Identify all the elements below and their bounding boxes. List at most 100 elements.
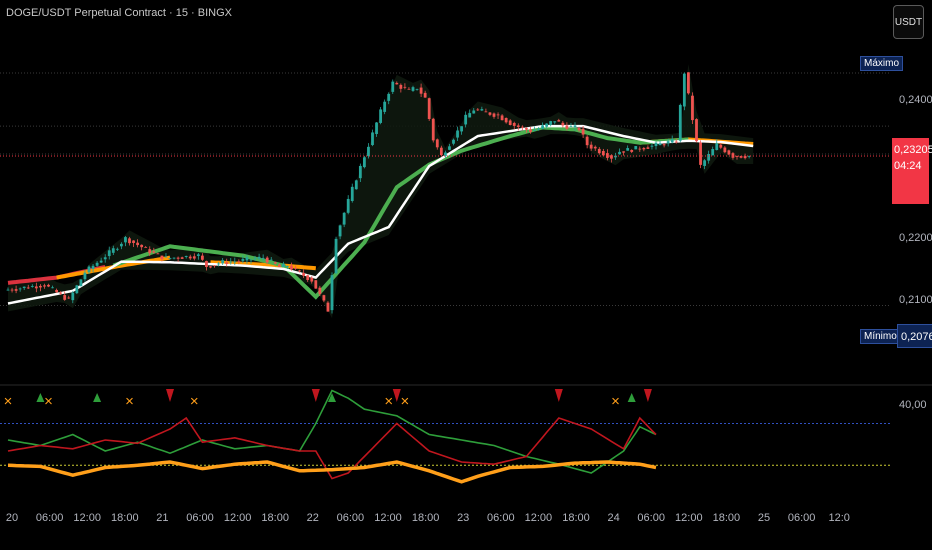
candle-body	[508, 120, 512, 126]
candle-body	[107, 250, 111, 257]
candle-body	[715, 143, 719, 151]
candle-body	[79, 279, 83, 287]
candle-body	[707, 153, 711, 161]
candle-body	[545, 123, 549, 127]
candle-body	[399, 84, 403, 89]
candle-body	[326, 302, 330, 312]
candle-body	[367, 146, 370, 157]
candle-body	[606, 153, 609, 158]
candle-body	[277, 264, 281, 267]
candle-body	[695, 119, 698, 142]
time-tick-label: 06:00	[637, 512, 665, 524]
candle-body	[723, 147, 727, 153]
candle-body	[30, 286, 34, 287]
time-tick-label: 12:0	[828, 512, 850, 524]
candle-body	[670, 139, 674, 143]
time-tick-label: 20	[5, 512, 19, 524]
candle-body	[237, 261, 241, 263]
candle-body	[735, 155, 739, 157]
time-tick-label: 12:00	[524, 512, 553, 524]
candle-body	[34, 286, 38, 289]
candle-body	[577, 127, 581, 131]
candle-body	[358, 165, 362, 179]
candle-body	[678, 104, 682, 141]
time-tick-label: 24	[607, 512, 620, 524]
candle-body	[217, 263, 220, 265]
candle-body	[622, 151, 625, 153]
candle-body	[269, 259, 273, 261]
candle-body	[10, 289, 14, 291]
candle-body	[682, 73, 686, 107]
candle-body	[391, 81, 395, 92]
time-tick-label: 12:00	[374, 512, 402, 524]
candle-body	[209, 266, 212, 268]
candle-body	[302, 272, 306, 276]
candle-body	[188, 256, 192, 259]
candle-body	[687, 72, 690, 94]
candle-body	[168, 257, 172, 259]
candle-body	[674, 141, 678, 143]
candle-body	[711, 149, 715, 156]
chart-canvas[interactable]: × × × × × × ×	[0, 0, 932, 550]
candle-body	[439, 147, 443, 156]
candle-body	[363, 157, 366, 168]
candle-body	[525, 128, 528, 130]
candle-body	[71, 292, 75, 301]
candle-body	[435, 139, 439, 148]
down-triangle-marker	[166, 389, 174, 402]
candle-body	[565, 125, 569, 129]
down-triangle-marker	[554, 389, 563, 402]
candle-body	[201, 255, 204, 260]
candle-body	[472, 110, 476, 114]
candle-body	[128, 238, 131, 244]
candle-body	[699, 142, 702, 165]
time-tick-label: 06:00	[787, 512, 816, 524]
candle-body	[488, 112, 492, 115]
candle-body	[630, 150, 634, 152]
candle-body	[573, 125, 577, 128]
candle-body	[132, 240, 135, 243]
x-signal-marker: ×	[401, 393, 410, 410]
candle-body	[47, 284, 50, 287]
candle-body	[476, 109, 480, 111]
x-signal-marker: ×	[384, 393, 393, 410]
candle-body	[492, 113, 496, 117]
candle-body	[537, 128, 540, 130]
osc-tick-label: 40,00	[899, 399, 927, 411]
candle-body	[553, 121, 557, 123]
min-label: Mínimo	[860, 329, 901, 344]
candle-body	[561, 122, 565, 126]
candle-body	[431, 118, 435, 141]
candle-body	[26, 287, 30, 289]
currency-button[interactable]: USDT	[893, 5, 924, 39]
candle-body	[452, 139, 455, 144]
price-candles	[0, 72, 890, 314]
candle-body	[156, 253, 160, 255]
up-triangle-marker	[93, 393, 102, 402]
candle-body	[423, 92, 427, 98]
candle-body	[342, 212, 346, 225]
candle-body	[140, 244, 144, 248]
candle-body	[541, 125, 544, 129]
candle-body	[282, 263, 285, 267]
time-tick-label: 06:00	[487, 512, 515, 524]
candle-body	[241, 258, 245, 261]
candle-body	[634, 146, 638, 150]
candle-body	[460, 126, 463, 132]
candle-body	[727, 150, 731, 155]
candle-body	[504, 117, 508, 123]
candle-body	[205, 260, 208, 268]
candle-body	[719, 144, 723, 148]
candle-body	[419, 87, 423, 94]
candle-body	[184, 255, 188, 257]
candle-body	[95, 262, 99, 266]
candle-body	[172, 257, 176, 259]
candle-body	[233, 261, 237, 263]
candle-body	[654, 142, 658, 147]
candle-body	[298, 270, 301, 272]
candle-body	[415, 88, 419, 90]
candle-body	[180, 257, 184, 259]
candle-body	[500, 115, 504, 121]
candle-body	[512, 122, 516, 126]
time-tick-label: 18:00	[411, 512, 440, 524]
